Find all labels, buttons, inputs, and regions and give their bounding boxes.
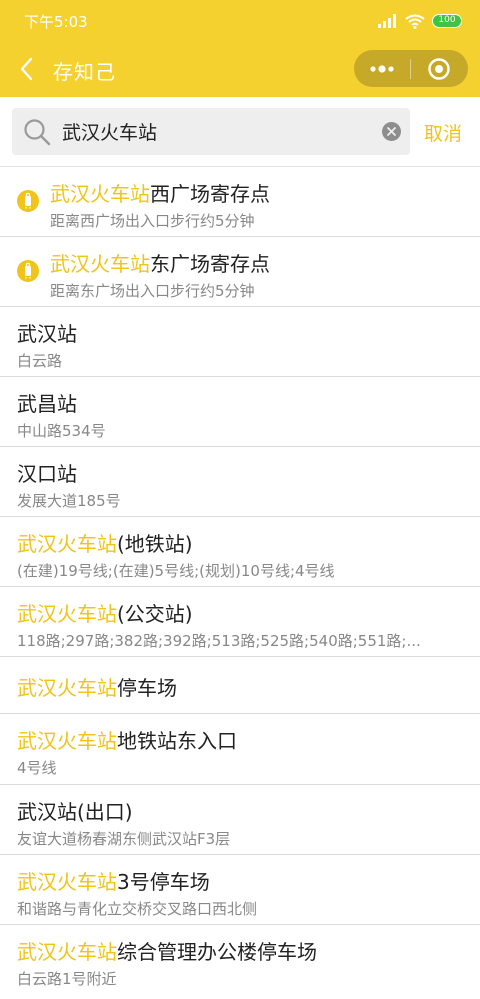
result-item-1[interactable]: 武汉火车站东广场寄存点 距离东广场出入口步行约5分钟 [0, 237, 480, 307]
result-title-rest: 武汉站 [17, 322, 77, 346]
result-subtitle: (在建)19号线;(在建)5号线;(规划)10号线;4号线 [17, 562, 335, 580]
status-bar: 下午5:03 100 [0, 0, 480, 42]
result-item-10[interactable]: 武汉火车站3号停车场 和谐路与青化立交桥交叉路口西北侧 [0, 855, 480, 925]
result-subtitle: 友谊大道杨春湖东侧武汉站F3层 [17, 830, 231, 848]
page-title: 存知己 [53, 60, 116, 84]
result-title-highlight: 武汉火车站 [17, 532, 117, 556]
result-subtitle: 中山路534号 [17, 422, 106, 440]
result-title-rest: 东广场寄存点 [150, 252, 270, 276]
result-title: 武汉火车站综合管理办公楼停车场 [17, 936, 317, 965]
result-title-rest: 武汉站(出口) [17, 800, 133, 824]
result-title-rest: 3号停车场 [117, 870, 210, 894]
result-title-highlight: 武汉火车站 [17, 729, 117, 753]
result-title: 武汉火车站(地铁站) [17, 528, 193, 557]
signal-icon [378, 14, 396, 28]
close-mini-program-button[interactable] [411, 50, 467, 87]
status-icons: 100 [378, 12, 462, 30]
result-title-rest: 综合管理办公楼停车场 [117, 940, 317, 964]
result-item-0[interactable]: 武汉火车站西广场寄存点 距离西广场出入口步行约5分钟 [0, 167, 480, 237]
result-title: 武汉火车站东广场寄存点 [50, 248, 270, 277]
result-subtitle: 白云路 [17, 352, 63, 370]
back-icon[interactable] [14, 55, 40, 83]
result-title: 武汉火车站(公交站) [17, 598, 193, 627]
search-area: 取消 [0, 97, 480, 167]
result-subtitle: 白云路1号附近 [17, 970, 117, 988]
result-item-8[interactable]: 武汉火车站地铁站东入口 4号线 [0, 714, 480, 785]
target-close-icon [428, 57, 450, 80]
result-title-highlight: 武汉火车站 [17, 676, 117, 700]
result-item-7[interactable]: 武汉火车站停车场 [0, 657, 480, 714]
result-subtitle: 发展大道185号 [17, 492, 121, 510]
result-title: 武汉站 [17, 318, 77, 347]
more-dots-icon [370, 64, 394, 73]
result-title-rest: 西广场寄存点 [150, 182, 270, 206]
result-title: 汉口站 [17, 458, 77, 487]
result-title-highlight: 武汉火车站 [50, 182, 150, 206]
result-title: 武昌站 [17, 388, 77, 417]
result-title-rest: (公交站) [117, 602, 193, 626]
nav-bar: 存知己 [0, 42, 480, 97]
storage-pin-icon [17, 260, 39, 282]
result-title: 武汉火车站西广场寄存点 [50, 178, 270, 207]
search-icon [24, 119, 51, 146]
result-subtitle: 和谐路与青化立交桥交叉路口西北侧 [17, 900, 258, 918]
result-title-rest: 汉口站 [17, 462, 77, 486]
result-title-highlight: 武汉火车站 [50, 252, 150, 276]
result-item-11[interactable]: 武汉火车站综合管理办公楼停车场 白云路1号附近 [0, 925, 480, 995]
result-title-rest: 地铁站东入口 [117, 729, 237, 753]
search-box[interactable] [12, 108, 410, 155]
result-title: 武汉站(出口) [17, 796, 133, 825]
result-item-2[interactable]: 武汉站 白云路 [0, 307, 480, 377]
wifi-icon [405, 14, 425, 29]
result-subtitle: 4号线 [17, 759, 57, 777]
result-item-4[interactable]: 汉口站 发展大道185号 [0, 447, 480, 517]
result-item-9[interactable]: 武汉站(出口) 友谊大道杨春湖东侧武汉站F3层 [0, 785, 480, 855]
header: 下午5:03 100 存知己 [0, 0, 480, 97]
mini-program-capsule [354, 50, 468, 87]
result-title-rest: (地铁站) [117, 532, 193, 556]
result-title-rest: 停车场 [117, 676, 177, 700]
result-subtitle: 距离东广场出入口步行约5分钟 [50, 282, 255, 300]
clear-icon[interactable] [382, 122, 401, 141]
result-subtitle: 118路;297路;382路;392路;513路;525路;540路;551路;… [17, 632, 421, 650]
result-title: 武汉火车站地铁站东入口 [17, 725, 237, 754]
result-item-5[interactable]: 武汉火车站(地铁站) (在建)19号线;(在建)5号线;(规划)10号线;4号线 [0, 517, 480, 587]
storage-pin-icon [17, 190, 39, 212]
result-title-highlight: 武汉火车站 [17, 940, 117, 964]
result-title-highlight: 武汉火车站 [17, 602, 117, 626]
result-subtitle: 距离西广场出入口步行约5分钟 [50, 212, 255, 230]
result-title: 武汉火车站停车场 [17, 672, 177, 701]
battery-icon: 100 [432, 14, 462, 28]
status-time: 下午5:03 [24, 13, 88, 31]
cancel-button[interactable]: 取消 [424, 119, 462, 146]
search-input[interactable] [62, 117, 372, 146]
result-item-6[interactable]: 武汉火车站(公交站) 118路;297路;382路;392路;513路;525路… [0, 587, 480, 657]
search-results-list: 武汉火车站西广场寄存点 距离西广场出入口步行约5分钟 武汉火车站东广场寄存点 距… [0, 167, 480, 995]
more-button[interactable] [354, 50, 410, 87]
result-item-3[interactable]: 武昌站 中山路534号 [0, 377, 480, 447]
result-title-highlight: 武汉火车站 [17, 870, 117, 894]
result-title: 武汉火车站3号停车场 [17, 866, 210, 895]
result-title-rest: 武昌站 [17, 392, 77, 416]
